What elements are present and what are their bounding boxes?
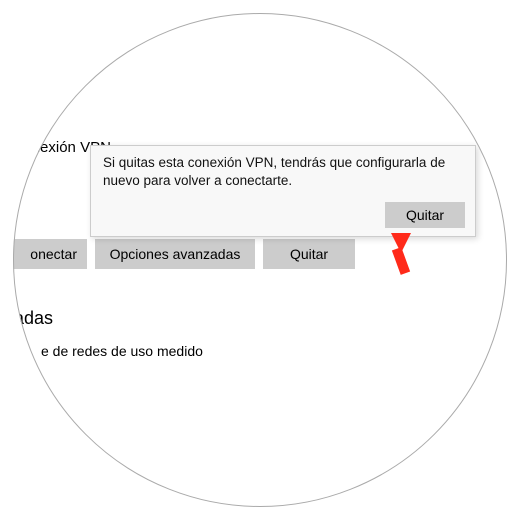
- metered-networks-text: e de redes de uso medido: [41, 343, 203, 359]
- advanced-section-heading: nzadas: [13, 308, 53, 329]
- advanced-options-button[interactable]: Opciones avanzadas: [95, 239, 255, 269]
- callout-arrow-icon: [373, 231, 423, 281]
- settings-pane: na conexión VPN onectar Opciones avanzad…: [13, 13, 507, 507]
- connect-button[interactable]: onectar: [13, 239, 87, 269]
- confirm-remove-dialog: Si quitas esta conexión VPN, tendrás que…: [90, 145, 476, 237]
- circular-clip: na conexión VPN onectar Opciones avanzad…: [13, 13, 507, 507]
- dialog-message: Si quitas esta conexión VPN, tendrás que…: [103, 154, 463, 190]
- remove-button[interactable]: Quitar: [263, 239, 355, 269]
- screenshot-frame: na conexión VPN onectar Opciones avanzad…: [0, 0, 520, 520]
- dialog-confirm-remove-button[interactable]: Quitar: [385, 202, 465, 228]
